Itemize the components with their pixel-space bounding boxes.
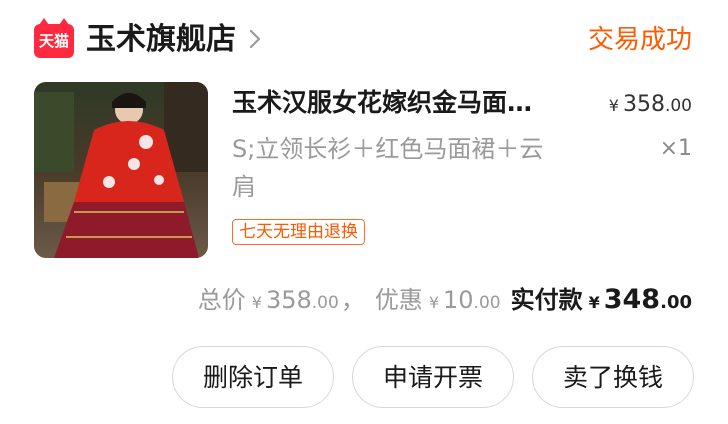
paid-currency: ¥ <box>588 293 600 312</box>
shop-name[interactable]: 玉术旗舰店 <box>86 20 236 60</box>
product-spec: S;立领长衫＋红色马面裙＋云肩 <box>232 135 544 201</box>
request-invoice-button[interactable]: 申请开票 <box>352 346 514 408</box>
discount-currency: ¥ <box>428 293 439 312</box>
discount-decimal: .00 <box>473 293 501 313</box>
chevron-right-icon[interactable] <box>246 28 264 50</box>
discount-label: 优惠 <box>374 286 423 314</box>
order-status: 交易成功 <box>587 25 692 55</box>
paid-label: 实付款 <box>510 286 583 314</box>
order-card: 天猫 玉术旗舰店 交易成功 玉术汉服女花嫁织金马面… ¥ 358.00 S;立领… <box>0 0 728 424</box>
price-currency: ¥ <box>608 96 619 115</box>
resell-button[interactable]: 卖了换钱 <box>532 346 694 408</box>
total-integer: 358 <box>265 286 312 314</box>
total-decimal: .00 <box>311 293 339 313</box>
price-integer: 358 <box>622 92 665 117</box>
product-image[interactable] <box>34 82 208 258</box>
tmall-logo-icon: 天猫 <box>34 18 74 58</box>
order-totals: 总价 ¥ 358 .00 ， 优惠 ¥ 10 .00 实付款 ¥ 348 .00 <box>198 280 692 320</box>
return-policy-badge: 七天无理由退换 <box>232 219 365 245</box>
quantity: ×1 <box>659 136 692 161</box>
discount-integer: 10 <box>443 286 474 314</box>
price-decimal: .00 <box>664 96 692 116</box>
total-currency: ¥ <box>251 293 262 312</box>
unit-price: ¥358.00 <box>609 90 692 121</box>
delete-order-button[interactable]: 删除订单 <box>172 346 334 408</box>
paid-decimal: .00 <box>660 292 692 313</box>
product-title[interactable]: 玉术汉服女花嫁织金马面… <box>232 86 572 120</box>
total-label: 总价 <box>197 286 246 314</box>
paid-integer: 348 <box>603 284 661 315</box>
totals-separator: ， <box>340 286 365 314</box>
